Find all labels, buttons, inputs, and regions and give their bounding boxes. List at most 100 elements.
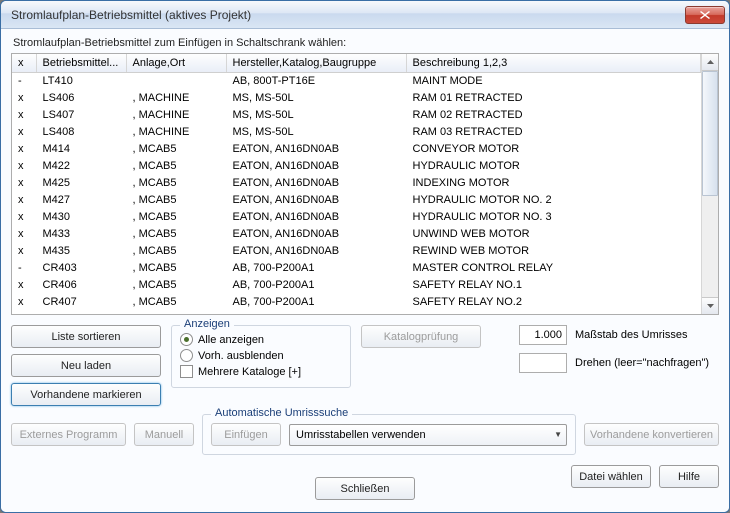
close-button[interactable]: Schließen: [315, 477, 415, 500]
outline-source-select[interactable]: Umrisstabellen verwenden ▼: [289, 424, 567, 446]
cell-bm: M435: [36, 242, 126, 259]
cell-bm: M430: [36, 208, 126, 225]
table-row[interactable]: xM435, MCAB5EATON, AN16DN0ABREWIND WEB M…: [12, 242, 701, 259]
cell-ort: , MCAB5: [126, 259, 226, 276]
cell-bm: CR403: [36, 259, 126, 276]
col-header-x[interactable]: x: [12, 54, 36, 72]
chevron-down-icon: ▼: [554, 430, 562, 439]
cell-hkb: AB, 700-P200A1: [226, 293, 406, 310]
table-row[interactable]: xLS407, MACHINEMS, MS-50LRAM 02 RETRACTE…: [12, 106, 701, 123]
mark-existing-button[interactable]: Vorhandene markieren: [11, 383, 161, 406]
cell-bm: CR407: [36, 293, 126, 310]
radio-hide-existing[interactable]: Vorh. ausblenden: [180, 349, 342, 362]
cell-hkb: EATON, AN16DN0AB: [226, 157, 406, 174]
cell-ort: , MCAB5: [126, 225, 226, 242]
reload-button[interactable]: Neu laden: [11, 354, 161, 377]
component-table: x Betriebsmittel... Anlage,Ort Herstelle…: [11, 53, 719, 315]
table-row[interactable]: xM414, MCAB5EATON, AN16DN0ABCONVEYOR MOT…: [12, 140, 701, 157]
table-row[interactable]: xM430, MCAB5EATON, AN16DN0ABHYDRAULIC MO…: [12, 208, 701, 225]
cell-ort: , MCAB5: [126, 276, 226, 293]
display-group: Anzeigen Alle anzeigen Vorh. ausblenden …: [171, 325, 351, 388]
table-row[interactable]: xLS408, MACHINEMS, MS-50LRAM 03 RETRACTE…: [12, 123, 701, 140]
cell-hkb: AB, 700-P200A1: [226, 259, 406, 276]
cell-besch: RAM 03 RETRACTED: [406, 123, 701, 140]
catalog-check-button[interactable]: Katalogprüfung: [361, 325, 481, 348]
radio-icon[interactable]: [180, 333, 193, 346]
table-row[interactable]: xLS406, MACHINEMS, MS-50LRAM 01 RETRACTE…: [12, 89, 701, 106]
sort-list-button[interactable]: Liste sortieren: [11, 325, 161, 348]
cell-hkb: EATON, AN16DN0AB: [226, 208, 406, 225]
cell-x: x: [12, 293, 36, 310]
table-row[interactable]: xM433, MCAB5EATON, AN16DN0ABUNWIND WEB M…: [12, 225, 701, 242]
convert-existing-button[interactable]: Vorhandene konvertieren: [584, 423, 719, 446]
close-icon[interactable]: [685, 6, 725, 24]
cell-ort: , MACHINE: [126, 89, 226, 106]
rotate-input[interactable]: [519, 353, 567, 373]
table-row[interactable]: xCR407, MCAB5AB, 700-P200A1SAFETY RELAY …: [12, 293, 701, 310]
cell-x: x: [12, 140, 36, 157]
cell-hkb: EATON, AN16DN0AB: [226, 225, 406, 242]
cell-ort: , MCAB5: [126, 140, 226, 157]
cell-besch: RAM 01 RETRACTED: [406, 89, 701, 106]
window-title: Stromlaufplan-Betriebsmittel (aktives Pr…: [11, 8, 685, 22]
cell-hkb: EATON, AN16DN0AB: [226, 140, 406, 157]
cell-x: -: [12, 259, 36, 276]
scroll-down-icon[interactable]: [702, 297, 718, 314]
table-row[interactable]: xM427, MCAB5EATON, AN16DN0ABHYDRAULIC MO…: [12, 191, 701, 208]
cell-ort: , MCAB5: [126, 157, 226, 174]
scroll-track[interactable]: [702, 71, 718, 297]
cell-x: -: [12, 72, 36, 89]
table-row[interactable]: -CR403, MCAB5AB, 700-P200A1MASTER CONTRO…: [12, 259, 701, 276]
content-area: Stromlaufplan-Betriebsmittel zum Einfüge…: [1, 29, 729, 512]
col-header-hkb[interactable]: Hersteller,Katalog,Baugruppe: [226, 54, 406, 72]
scroll-up-icon[interactable]: [702, 54, 718, 71]
cell-x: x: [12, 123, 36, 140]
radio-icon[interactable]: [180, 349, 193, 362]
insert-button[interactable]: Einfügen: [211, 423, 281, 446]
table-row[interactable]: -LT410AB, 800T-PT16EMAINT MODE: [12, 72, 701, 89]
check-label: Mehrere Kataloge [+]: [198, 366, 301, 378]
choose-file-button[interactable]: Datei wählen: [571, 465, 651, 488]
vertical-scrollbar[interactable]: [701, 54, 718, 314]
table-row[interactable]: xCR406, MCAB5AB, 700-P200A1SAFETY RELAY …: [12, 276, 701, 293]
cell-x: x: [12, 89, 36, 106]
cell-ort: , MCAB5: [126, 174, 226, 191]
help-button[interactable]: Hilfe: [659, 465, 719, 488]
cell-ort: , MACHINE: [126, 106, 226, 123]
col-header-bm[interactable]: Betriebsmittel...: [36, 54, 126, 72]
cell-besch: CONVEYOR MOTOR: [406, 140, 701, 157]
cell-x: x: [12, 106, 36, 123]
cell-besch: INDEXING MOTOR: [406, 174, 701, 191]
cell-hkb: MS, MS-50L: [226, 89, 406, 106]
cell-hkb: EATON, AN16DN0AB: [226, 174, 406, 191]
cell-ort: , MCAB5: [126, 208, 226, 225]
radio-show-all[interactable]: Alle anzeigen: [180, 333, 342, 346]
check-multi-catalogs[interactable]: Mehrere Kataloge [+]: [180, 365, 342, 378]
scroll-thumb[interactable]: [702, 71, 718, 196]
cell-besch: HYDRAULIC MOTOR NO. 2: [406, 191, 701, 208]
cell-bm: LS407: [36, 106, 126, 123]
cell-x: x: [12, 242, 36, 259]
table-row[interactable]: xM422, MCAB5EATON, AN16DN0ABHYDRAULIC MO…: [12, 157, 701, 174]
scale-label: Maßstab des Umrisses: [575, 329, 687, 341]
cell-besch: SAFETY RELAY NO.1: [406, 276, 701, 293]
cell-ort: , MCAB5: [126, 191, 226, 208]
checkbox-icon[interactable]: [180, 365, 193, 378]
cell-bm: M425: [36, 174, 126, 191]
col-header-besch[interactable]: Beschreibung 1,2,3: [406, 54, 701, 72]
cell-bm: LS406: [36, 89, 126, 106]
col-header-ort[interactable]: Anlage,Ort: [126, 54, 226, 72]
cell-bm: M414: [36, 140, 126, 157]
table-row[interactable]: xM425, MCAB5EATON, AN16DN0ABINDEXING MOT…: [12, 174, 701, 191]
titlebar: Stromlaufplan-Betriebsmittel (aktives Pr…: [1, 1, 729, 29]
radio-label: Vorh. ausblenden: [198, 350, 284, 362]
cell-x: x: [12, 276, 36, 293]
scale-input[interactable]: [519, 325, 567, 345]
cell-x: x: [12, 208, 36, 225]
auto-outline-group: Automatische Umrisssuche Einfügen Umriss…: [202, 414, 576, 455]
cell-besch: HYDRAULIC MOTOR NO. 3: [406, 208, 701, 225]
manual-button[interactable]: Manuell: [134, 423, 194, 446]
external-program-button[interactable]: Externes Programm: [11, 423, 126, 446]
cell-bm: CR406: [36, 276, 126, 293]
auto-legend: Automatische Umrisssuche: [211, 407, 352, 419]
